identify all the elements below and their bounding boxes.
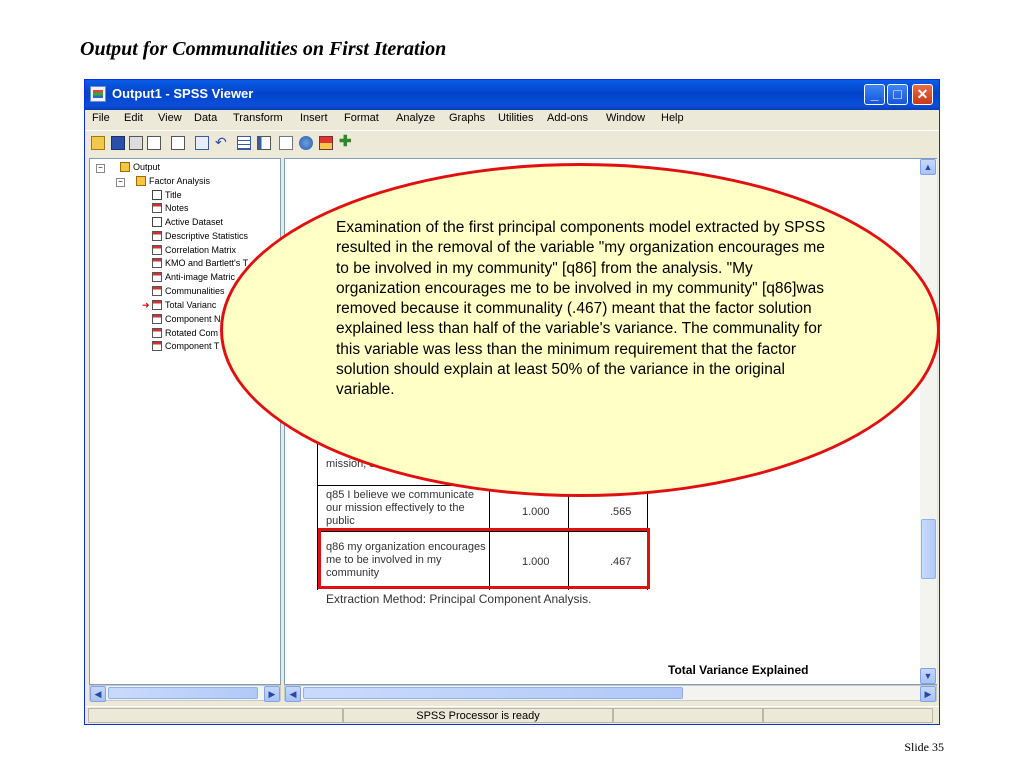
go-to-case-icon[interactable] xyxy=(257,136,271,150)
tree-item-active-dataset[interactable]: Active Dataset xyxy=(152,217,223,227)
menu-file[interactable]: File xyxy=(92,112,110,124)
table-icon xyxy=(152,300,162,310)
tree-item-output[interactable]: Output xyxy=(120,162,160,172)
menu-window[interactable]: Window xyxy=(606,112,645,124)
callout-text: Examination of the first principal compo… xyxy=(336,219,826,399)
table-icon xyxy=(152,231,162,241)
menu-data[interactable]: Data xyxy=(194,112,217,124)
table-icon xyxy=(152,286,162,296)
table-icon xyxy=(152,314,162,324)
outline-scroll-thumb[interactable] xyxy=(108,687,258,699)
window-title: Output1 - SPSS Viewer xyxy=(112,86,254,101)
menu-analyze[interactable]: Analyze xyxy=(396,112,435,124)
content-scroll-thumb[interactable] xyxy=(921,519,936,579)
table-icon xyxy=(152,328,162,338)
insert-output-icon[interactable] xyxy=(319,136,333,150)
outline-pane[interactable]: − Output − Factor Analysis Title Notes A… xyxy=(89,158,281,685)
menu-view[interactable]: View xyxy=(158,112,182,124)
total-variance-explained-heading: Total Variance Explained xyxy=(668,663,809,677)
close-button[interactable]: ✕ xyxy=(912,84,933,105)
maximize-button[interactable]: □ xyxy=(887,84,908,105)
minimize-button[interactable]: _ xyxy=(864,84,885,105)
menu-utilities[interactable]: Utilities xyxy=(498,112,533,124)
use-sets-icon[interactable] xyxy=(299,136,313,150)
menu-transform[interactable]: Transform xyxy=(233,112,283,124)
scroll-right-icon[interactable]: ▶ xyxy=(264,686,280,702)
undo-icon[interactable]: ↶ xyxy=(215,135,229,150)
output-book-icon xyxy=(120,162,130,172)
menu-bar: File Edit View Data Transform Insert For… xyxy=(85,110,939,128)
table-row-extraction: .565 xyxy=(610,506,632,518)
tree-item-kmo-bartlett[interactable]: KMO and Bartlett's T xyxy=(152,258,248,268)
spss-app-icon[interactable] xyxy=(90,86,106,102)
scroll-down-icon[interactable]: ▼ xyxy=(920,668,936,684)
table-icon xyxy=(152,272,162,282)
selected-arrow-icon: ➜ xyxy=(142,300,150,310)
notes-doc-icon xyxy=(152,203,162,213)
tree-item-title[interactable]: Title xyxy=(152,190,182,200)
table-icon xyxy=(152,245,162,255)
variables-icon[interactable] xyxy=(279,136,293,150)
scroll-up-icon[interactable]: ▲ xyxy=(920,159,936,175)
title-bar[interactable]: Output1 - SPSS Viewer _ □ ✕ xyxy=(85,80,939,110)
status-bar: SPSS Processor is ready xyxy=(85,706,939,725)
plus-icon[interactable]: ✚ xyxy=(339,134,353,150)
dataset-doc-icon xyxy=(152,217,162,227)
tree-item-anti-image[interactable]: Anti-image Matric xyxy=(152,272,235,282)
content-hscroll-thumb[interactable] xyxy=(303,687,683,699)
content-scroll-right-icon[interactable]: ▶ xyxy=(920,686,936,702)
content-scroll-left-icon[interactable]: ◀ xyxy=(285,686,301,702)
scroll-left-icon[interactable]: ◀ xyxy=(90,686,106,702)
tree-item-communalities[interactable]: Communalities xyxy=(152,286,225,296)
q86-highlight-box xyxy=(318,528,650,589)
table-row-label: q85 I believe we communicate our mission… xyxy=(326,489,474,527)
tree-item-total-variance[interactable]: Total Varianc xyxy=(152,300,216,310)
tree-item-component-transformation[interactable]: Component T xyxy=(152,341,219,351)
go-to-data-icon[interactable] xyxy=(237,136,251,150)
tree-item-descriptive-statistics[interactable]: Descriptive Statistics xyxy=(152,231,248,241)
recall-dialog-icon[interactable] xyxy=(195,136,209,150)
tree-item-correlation-matrix[interactable]: Correlation Matrix xyxy=(152,245,236,255)
status-cell-right xyxy=(763,708,933,723)
menu-add-ons[interactable]: Add-ons xyxy=(547,112,588,124)
tree-item-notes[interactable]: Notes xyxy=(152,203,189,213)
menu-help[interactable]: Help xyxy=(661,112,684,124)
extraction-method-footnote: Extraction Method: Principal Component A… xyxy=(326,592,592,606)
tree-item-factor-analysis[interactable]: Factor Analysis xyxy=(136,176,210,186)
status-cell-middle xyxy=(613,708,763,723)
table-icon xyxy=(152,341,162,351)
menu-edit[interactable]: Edit xyxy=(124,112,143,124)
menu-insert[interactable]: Insert xyxy=(300,112,328,124)
content-horizontal-scrollbar[interactable]: ◀ ▶ xyxy=(284,685,937,702)
collapse-output-icon[interactable]: − xyxy=(96,164,105,173)
save-icon[interactable] xyxy=(111,136,125,150)
open-icon[interactable] xyxy=(91,136,105,150)
collapse-factor-analysis-icon[interactable]: − xyxy=(116,178,125,187)
status-cell-left xyxy=(88,708,343,723)
status-text: SPSS Processor is ready xyxy=(343,708,613,723)
slide-title: Output for Communalities on First Iterat… xyxy=(80,38,447,60)
outline-horizontal-scrollbar[interactable]: ◀ ▶ xyxy=(89,685,281,702)
table-row-initial: 1.000 xyxy=(522,506,550,518)
print-preview-icon[interactable] xyxy=(147,136,161,150)
table-icon xyxy=(152,258,162,268)
content-vertical-scrollbar[interactable]: ▲ ▼ xyxy=(920,159,937,684)
factor-analysis-book-icon xyxy=(136,176,146,186)
export-icon[interactable] xyxy=(171,136,185,150)
menu-graphs[interactable]: Graphs xyxy=(449,112,485,124)
title-doc-icon xyxy=(152,190,162,200)
tree-item-rotated-component[interactable]: Rotated Com xyxy=(152,328,218,338)
menu-format[interactable]: Format xyxy=(344,112,379,124)
slide-number: Slide 35 xyxy=(904,740,944,754)
print-icon[interactable] xyxy=(129,136,143,150)
toolbar: ↶ ✚ xyxy=(85,130,939,157)
tree-item-component-matrix[interactable]: Component N xyxy=(152,314,221,324)
